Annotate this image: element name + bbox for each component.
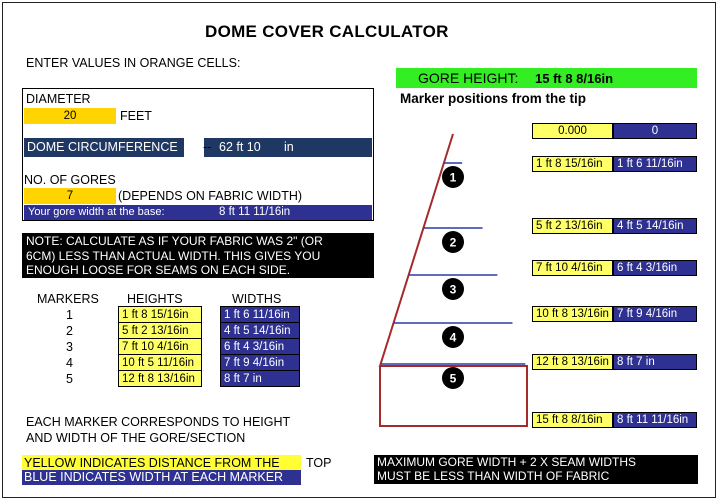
diagram-height-label: 15 ft 8 8/16in bbox=[532, 412, 613, 428]
marker-number: 4 bbox=[450, 331, 457, 345]
diagram-width-label: 8 ft 11 11/16in bbox=[613, 412, 697, 428]
diagram-height-label: 1 ft 8 15/16in bbox=[532, 156, 613, 172]
warning-line-2: MUST BE LESS THAN WIDTH OF FABRIC bbox=[377, 468, 610, 483]
diagram-width-label: 0 bbox=[613, 123, 697, 139]
diagram-height-label: 12 ft 8 13/16in bbox=[532, 354, 613, 370]
marker-number: 2 bbox=[450, 236, 457, 250]
diagram-height-label: 5 ft 2 13/16in bbox=[532, 218, 613, 234]
marker-number: 3 bbox=[450, 283, 457, 297]
diagram-width-label: 7 ft 9 4/16in bbox=[613, 306, 697, 322]
diagram-height-label: 0.000 bbox=[532, 123, 613, 139]
diagram-height-label: 10 ft 8 13/16in bbox=[532, 306, 613, 322]
warning-line-1: MAXIMUM GORE WIDTH + 2 X SEAM WIDTHS bbox=[377, 455, 637, 469]
diagram-width-label: 8 ft 7 in bbox=[613, 354, 697, 370]
diagram-width-label: 4 ft 5 14/16in bbox=[613, 218, 697, 234]
marker-number: 1 bbox=[450, 171, 457, 185]
warning-text: MAXIMUM GORE WIDTH + 2 X SEAM WIDTHS MUS… bbox=[377, 455, 637, 483]
diagram-height-label: 7 ft 10 4/16in bbox=[532, 260, 613, 276]
marker-number: 5 bbox=[450, 372, 457, 386]
diagram-width-label: 6 ft 4 3/16in bbox=[613, 260, 697, 276]
diagram-width-label: 1 ft 6 11/16in bbox=[613, 156, 697, 172]
